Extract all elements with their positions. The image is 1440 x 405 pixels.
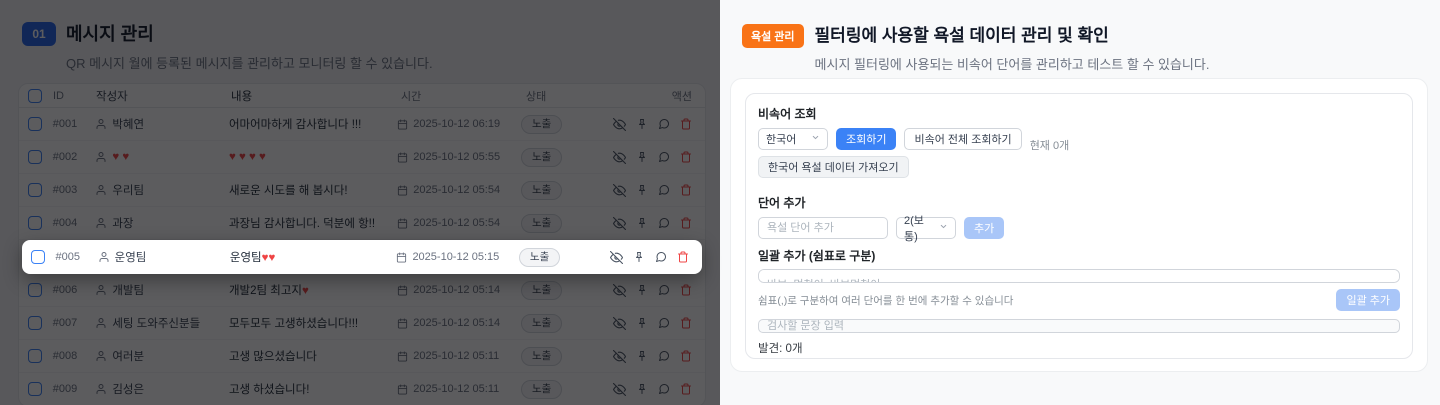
message-time: 2025-10-12 05:15 (412, 251, 499, 263)
message-id: #005 (56, 251, 98, 263)
lookup-label: 비속어 조회 (758, 105, 1400, 122)
person-icon (98, 251, 110, 263)
dim-overlay (0, 0, 720, 405)
bulk-add-button[interactable]: 일괄 추가 (1336, 289, 1400, 311)
panel-title: 필터링에 사용할 욕설 데이터 관리 및 확인 (815, 21, 1210, 46)
bulk-add-helper: 쉼표(,)로 구분하여 여러 단어를 한 번에 추가할 수 있습니다 (758, 293, 1013, 308)
profanity-badge: 욕설 관리 (742, 24, 804, 48)
current-count: 현재 0개 (1030, 137, 1070, 153)
message-management-panel: 01 메시지 관리 QR 메시지 월에 등록된 메시지를 관리하고 모니터링 할… (0, 0, 720, 405)
row-checkbox[interactable] (31, 250, 45, 264)
delete-icon[interactable] (677, 251, 689, 263)
chevron-down-icon (811, 133, 820, 145)
add-word-button[interactable]: 추가 (964, 217, 1004, 239)
word-input[interactable] (758, 217, 888, 239)
panel-subtitle: 메시지 필터링에 사용되는 비속어 단어를 관리하고 테스트 할 수 있습니다. (815, 54, 1210, 73)
pin-icon[interactable] (633, 251, 645, 263)
language-select[interactable]: 한국어 (758, 128, 828, 150)
profanity-form: 비속어 조회 한국어 조회하기 비속어 전체 조회하기 현재 0개 한국어 욕설… (745, 93, 1413, 359)
status-badge: 노출 (519, 248, 560, 268)
profanity-card: 비속어 조회 한국어 조회하기 비속어 전체 조회하기 현재 0개 한국어 욕설… (730, 78, 1428, 372)
chevron-down-icon (939, 222, 948, 234)
bulk-add-label: 일괄 추가 (쉼표로 구분) (758, 247, 1400, 264)
found-count: 발견: 0개 (758, 340, 1400, 356)
severity-select[interactable]: 2(보통) (896, 217, 956, 239)
calendar-icon (396, 252, 407, 263)
bulk-add-textarea[interactable] (758, 269, 1400, 283)
comment-icon[interactable] (655, 251, 667, 263)
profanity-management-panel: 욕설 관리 필터링에 사용할 욕설 데이터 관리 및 확인 메시지 필터링에 사… (720, 0, 1440, 405)
author-name: 운영팀 (115, 249, 147, 265)
import-korean-data-button[interactable]: 한국어 욕설 데이터 가져오기 (758, 156, 909, 178)
search-all-button[interactable]: 비속어 전체 조회하기 (904, 128, 1021, 150)
add-word-label: 단어 추가 (758, 194, 1400, 211)
search-button[interactable]: 조회하기 (836, 128, 896, 150)
right-header: 욕설 관리 필터링에 사용할 욕설 데이터 관리 및 확인 메시지 필터링에 사… (720, 0, 1440, 73)
table-row[interactable]: #005 운영팀 운영팀♥♥ 2025-10-12 05:15 (22, 240, 702, 274)
test-sentence-input[interactable] (758, 319, 1400, 333)
severity-select-value: 2(보통) (904, 212, 933, 244)
hide-icon[interactable] (610, 251, 623, 264)
message-content: 운영팀♥♥ (230, 249, 397, 265)
language-select-value: 한국어 (766, 131, 796, 147)
